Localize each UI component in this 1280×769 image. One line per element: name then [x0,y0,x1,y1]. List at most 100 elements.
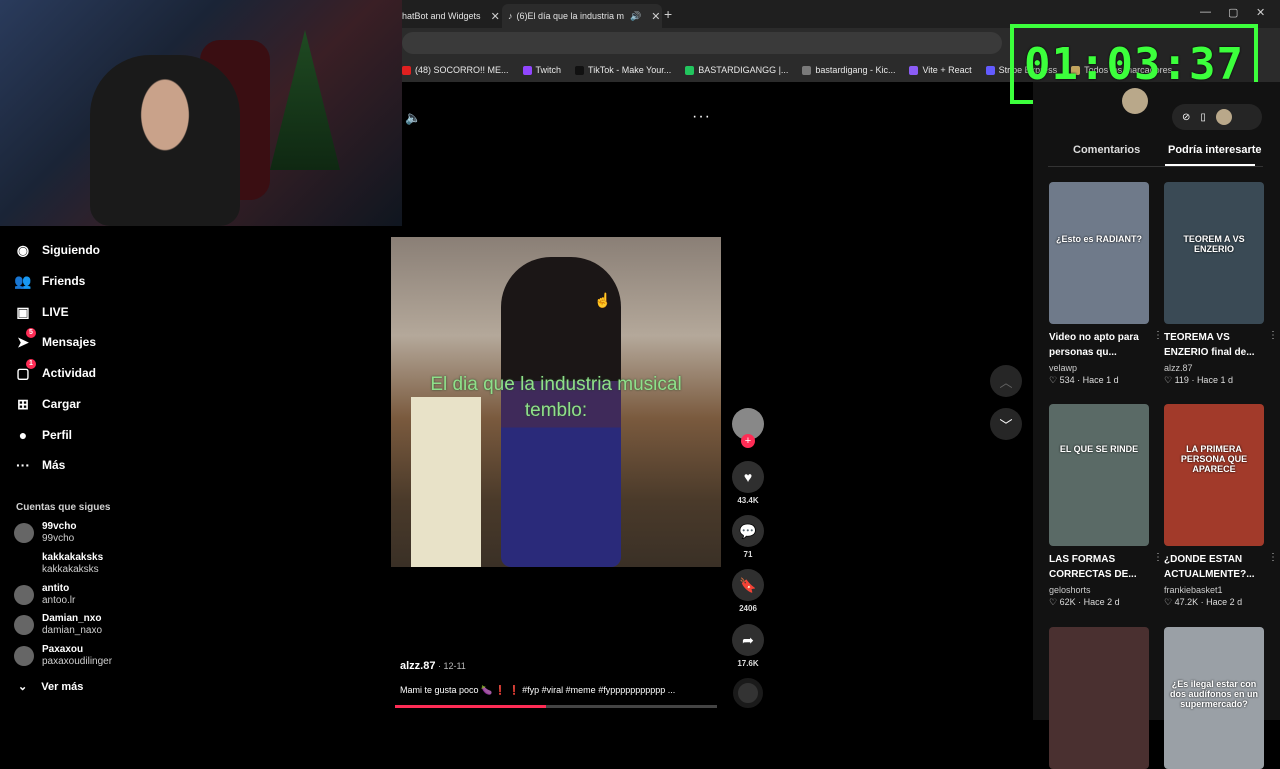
sidebar-item-label: Mensajes [42,335,97,349]
suggested-video-card[interactable]: TEOREM A VS ENZERIO TEOREMA VS ENZERIO fi… [1164,182,1278,386]
sidebar-item-live[interactable]: ▣ LIVE [14,298,68,326]
card-meta: ♡ 47.2K · Hace 2 d [1164,597,1243,607]
music-disc-icon[interactable] [733,678,763,708]
video-thumbnail[interactable]: EL QUE SE RINDE [1049,404,1149,546]
suggested-video-card[interactable]: ¿Esto es RADIANT? Video no apto para pers… [1049,182,1163,386]
address-bar[interactable] [402,32,1002,54]
video-progress-bar[interactable] [395,705,717,708]
bookmark-item[interactable]: Vite + React [909,65,972,75]
close-tab-icon[interactable]: ✕ [491,10,500,23]
share-button[interactable]: ➦ 17.6K [732,624,764,668]
device-icon[interactable]: ▯ [1200,112,1206,123]
sidebar-item-perfil[interactable]: ● Perfil [14,421,72,449]
mouse-cursor-icon: ☝ [594,292,612,308]
suggested-video-card[interactable]: LA PRIMERA PERSONA QUE APARECE ¿DONDE EST… [1164,404,1278,608]
more-options-icon[interactable]: ⋮ [1268,552,1278,563]
close-window-button[interactable]: ✕ [1256,6,1265,19]
close-tab-icon[interactable]: ✕ [651,10,660,23]
video-thumbnail[interactable]: ¿Es ilegal estar con dos audífonos en un… [1164,627,1264,769]
sidebar-item-friends[interactable]: 👥 Friends [14,267,85,295]
more-options-icon[interactable]: ⋮ [1268,330,1278,341]
thumbnail-overlay-text: EL QUE SE RINDE [1059,444,1139,454]
autoscroll-icon[interactable]: ⊘ [1182,112,1190,123]
sidebar-item-label: Actividad [42,366,97,380]
tab-suggested[interactable]: Podría interesarte [1168,144,1262,156]
card-likes: 119 [1174,375,1189,385]
video-caption-line: temblo: [524,400,588,421]
bookmark-item[interactable]: BASTARDIGANGG |... [685,65,788,75]
video-thumbnail[interactable]: LA PRIMERA PERSONA QUE APARECE [1164,404,1264,546]
minimize-window-button[interactable]: — [1200,6,1211,18]
sidebar-item-mensajes[interactable]: ➤ 5 Mensajes [14,327,97,356]
bookmark-favicon-icon [802,65,812,75]
new-tab-button[interactable]: + [664,6,672,22]
card-author[interactable]: geloshorts [1049,585,1149,595]
follow-plus-icon[interactable]: + [741,434,755,448]
sidebar-item-label: Más [42,458,66,472]
more-options-icon[interactable]: ⋮ [1153,330,1163,341]
more-icon: ··· [16,457,30,473]
account-name: 99vcho [42,521,77,532]
browser-tab-tiktok-active[interactable]: ♪ (6)El día que la industria m 🔊 ✕ [502,4,662,28]
bookmark-item[interactable]: bastardigang - Kic... [802,65,895,75]
sidebar-item-actividad[interactable]: ▢ 1 Actividad [14,358,97,387]
suggested-video-card[interactable]: ¿Es ilegal estar con dos audífonos en un… [1164,627,1264,769]
video-caption: El dia que la industria musical temblo: [391,372,721,424]
tab-comments[interactable]: Comentarios [1073,144,1140,156]
volume-icon[interactable]: 🔈 [405,110,421,126]
like-button[interactable]: ♥ 43.4K [732,461,764,505]
bookmark-item[interactable]: TikTok - Make Your... [575,65,671,75]
video-author[interactable]: alzz.87 · 12-11 [400,660,466,672]
sidebar-item-cargar[interactable]: ⊞ Cargar [14,390,81,418]
video-progress-fill [395,705,547,708]
card-age: Hace 2 d [1083,597,1120,607]
thumbnail-overlay-text: LA PRIMERA PERSONA QUE APARECE [1180,444,1248,474]
card-meta: ♡ 119 · Hace 1 d [1164,375,1233,385]
followed-account[interactable]: Damian_nxo damian_naxo [14,613,102,637]
card-author[interactable]: velawp [1049,363,1149,373]
next-video-button[interactable]: ﹀ [990,408,1022,440]
more-options-icon[interactable]: ··· [692,108,711,126]
comment-button[interactable]: 💬 71 [732,515,764,559]
suggested-video-card[interactable] [1049,627,1149,769]
heart-icon: ♡ [1164,375,1175,385]
browser-tab-chatbot[interactable]: hatBot and Widgets ✕ [402,4,502,28]
followed-account[interactable]: Paxaxou paxaxoudilinger [14,644,112,668]
upload-icon: ⊞ [17,395,29,412]
card-author[interactable]: alzz.87 [1164,363,1264,373]
following-avatar-icon: ◉ [16,241,30,258]
bookmark-item[interactable]: (48) SOCORRO!! ME... [402,65,509,75]
bookmark-label: Vite + React [922,65,972,75]
account-username: antoo.lr [42,595,76,606]
see-more-button[interactable]: ⌄ Ver más [18,680,83,694]
followed-account[interactable]: 99vcho 99vcho [14,521,76,545]
like-count: 43.4K [737,496,759,505]
more-options-icon[interactable]: ⋮ [1153,552,1163,563]
chevron-down-icon: ﹀ [999,417,1013,433]
sidebar-item-m-s[interactable]: ··· Más [14,451,65,479]
video-thumbnail[interactable] [1049,627,1149,769]
followed-account[interactable]: antito antoo.lr [14,583,75,607]
bookmark-item[interactable]: Twitch [522,65,561,75]
author-username[interactable]: alzz.87 [400,660,435,672]
tab-label: hatBot and Widgets [402,11,481,21]
maximize-window-button[interactable]: ▢ [1228,6,1238,19]
video-caption-line: El dia que la industria musical [430,374,682,395]
video-thumbnail[interactable]: TEOREM A VS ENZERIO [1164,182,1264,324]
followed-account[interactable]: kakkakaksks kakkakaksks [14,552,103,576]
bookmark-label: BASTARDIGANGG |... [698,65,789,75]
account-username: damian_naxo [42,625,103,636]
player-toolbar: ⊘ ▯ [1172,104,1262,130]
video-thumbnail[interactable]: ¿Esto es RADIANT? [1049,182,1149,324]
sidebar-item-siguiendo[interactable]: ◉ Siguiendo [14,236,100,264]
profile-avatar-icon[interactable] [1215,109,1232,125]
right-panel [1033,82,1280,720]
user-avatar[interactable] [1122,88,1148,114]
tab-audio-icon[interactable]: 🔊 [630,11,641,22]
card-author[interactable]: frankiebasket1 [1164,585,1264,595]
previous-video-button[interactable]: ︿ [990,365,1022,397]
save-button[interactable]: 🔖 2406 [732,569,764,613]
suggested-video-card[interactable]: EL QUE SE RINDE LAS FORMAS CORRECTAS DE..… [1049,404,1163,608]
video-player[interactable]: El dia que la industria musical temblo: [391,237,721,567]
account-name: Damian_nxo [42,613,102,624]
